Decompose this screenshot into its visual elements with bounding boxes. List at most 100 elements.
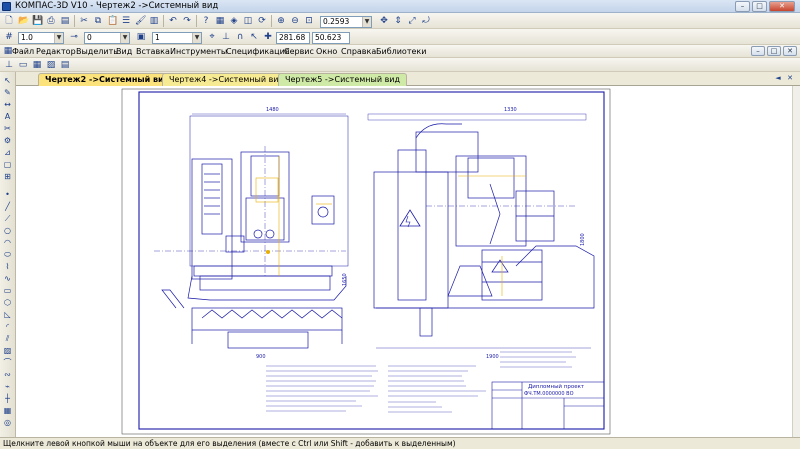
variables-icon[interactable]: ◫ — [242, 15, 254, 27]
tabs-next-icon[interactable]: ✕ — [784, 72, 796, 84]
hatch-tool-icon[interactable]: ▨ — [2, 346, 13, 355]
fillet-icon[interactable]: ◜ — [2, 322, 13, 331]
break-line-icon[interactable]: ⌁ — [2, 382, 13, 391]
show-all-icon[interactable]: ⤢ — [406, 15, 418, 27]
arc-icon[interactable]: ◠ — [2, 238, 13, 247]
doc-close-button[interactable]: ✕ — [783, 46, 797, 56]
coord-y-field[interactable]: 50.623 — [312, 32, 350, 44]
preview-icon[interactable]: ▤ — [59, 15, 71, 27]
paste-icon[interactable]: 📋 — [106, 15, 118, 27]
polygon-icon[interactable]: ⬡ — [2, 298, 13, 307]
library-icon[interactable]: ▥ — [148, 15, 160, 27]
print-icon[interactable]: ⎙ — [45, 15, 57, 27]
segment-icon[interactable]: ⟋ — [2, 214, 13, 223]
designations-icon[interactable]: A — [2, 112, 13, 121]
zoom-dynamic-icon[interactable]: ⇕ — [392, 15, 404, 27]
scale-combo[interactable]: 1.0 ▼ — [18, 32, 64, 44]
redo-icon[interactable]: ↷ — [181, 15, 193, 27]
new-document-icon[interactable]: 🗋 — [3, 15, 15, 27]
menu-help[interactable]: Справка — [341, 47, 376, 56]
open-icon[interactable]: 📂 — [17, 15, 29, 27]
pan-icon[interactable]: ✥ — [378, 15, 390, 27]
menu-edit[interactable]: Редактор — [36, 47, 76, 56]
zoom-window-icon[interactable]: ⊡ — [303, 15, 315, 27]
chevron-down-icon[interactable]: ▼ — [120, 33, 129, 43]
ellipse-icon[interactable]: ⬭ — [2, 250, 13, 259]
format-brush-icon[interactable]: 🖌 — [134, 15, 146, 27]
ortho-icon[interactable]: ⊥ — [220, 31, 232, 43]
layers-icon[interactable]: ◈ — [228, 15, 240, 27]
axis-line-icon[interactable]: ┼ — [2, 394, 13, 403]
view-manager-icon[interactable]: ▦ — [31, 59, 43, 71]
properties-icon[interactable]: ☰ — [120, 15, 132, 27]
menu-insert[interactable]: Вставка — [136, 47, 170, 56]
zoom-out-icon[interactable]: ⊖ — [289, 15, 301, 27]
circle-icon[interactable]: ○ — [2, 226, 13, 235]
menu-libraries[interactable]: Библиотеки — [376, 47, 426, 56]
copy-icon[interactable]: ⧉ — [92, 15, 104, 27]
save-icon[interactable]: 💾 — [31, 15, 43, 27]
zoom-in-icon[interactable]: ⊕ — [275, 15, 287, 27]
spec-icon[interactable]: ▤ — [59, 59, 71, 71]
chevron-down-icon[interactable]: ▼ — [54, 33, 63, 43]
refresh-icon[interactable]: ⟳ — [256, 15, 268, 27]
snaps-icon[interactable]: ⌖ — [206, 31, 218, 43]
manager-icon[interactable]: ▦ — [214, 15, 226, 27]
coord-x-field[interactable]: 281.68 — [276, 32, 310, 44]
contour-icon[interactable]: ⌒ — [2, 358, 13, 367]
polyline-icon[interactable]: ⌇ — [2, 262, 13, 271]
macro-icon[interactable]: ▦ — [2, 406, 13, 415]
menu-file[interactable]: Файл — [12, 47, 34, 56]
dimensions-icon[interactable]: ↔ — [2, 100, 13, 109]
tab-drawing2[interactable]: Чертеж2 ->Системный вид — [38, 73, 178, 86]
select-arrow-icon[interactable]: ↖ — [2, 76, 13, 85]
bezier-icon[interactable]: ∾ — [2, 370, 13, 379]
geometry-icon[interactable]: ✎ — [2, 88, 13, 97]
close-button[interactable]: ✕ — [769, 1, 795, 12]
cs-icon[interactable]: ⊥ — [3, 59, 15, 71]
drawing-canvas[interactable]: 1480 1330 900 1900 1650 1800 Дипломный п… — [16, 86, 792, 437]
doc-restore-button[interactable]: □ — [767, 46, 781, 56]
rectangle-icon[interactable]: ▭ — [2, 286, 13, 295]
menu-specification[interactable]: Спецификация — [226, 47, 290, 56]
menu-select[interactable]: Выделить — [76, 47, 118, 56]
vertical-scrollbar[interactable] — [792, 86, 800, 437]
grid-icon[interactable]: # — [3, 31, 15, 43]
tab-drawing4[interactable]: Чертеж4 ->Системный вид — [162, 73, 292, 86]
menu-service[interactable]: Сервис — [284, 47, 314, 56]
menu-tools[interactable]: Инструменты — [170, 47, 227, 56]
edit-icon[interactable]: ✂ — [2, 124, 13, 133]
angle-combo[interactable]: 0 ▼ — [84, 32, 130, 44]
point-icon[interactable]: • — [2, 190, 13, 199]
layer-icon[interactable]: ▣ — [135, 31, 147, 43]
hatch-icon[interactable]: ▨ — [45, 59, 57, 71]
layer-combo[interactable]: 1 ▼ — [152, 32, 202, 44]
zoom-combo[interactable]: 0.2593 ▼ — [320, 16, 372, 28]
cut-icon[interactable]: ✂ — [78, 15, 90, 27]
menu-window[interactable]: Окно — [316, 47, 337, 56]
measure-icon[interactable]: ⊿ — [2, 148, 13, 157]
equidistant-icon[interactable]: ⫽ — [2, 334, 13, 343]
tab-drawing5[interactable]: Чертеж5 ->Системный вид — [278, 73, 408, 86]
tabs-prev-icon[interactable]: ◄ — [772, 72, 784, 84]
help-icon[interactable]: ? — [200, 15, 212, 27]
collect-contour-icon[interactable]: ◎ — [2, 418, 13, 427]
parametrization-icon[interactable]: ⚙ — [2, 136, 13, 145]
associative-views-icon[interactable]: ⊞ — [2, 172, 13, 181]
undo-icon[interactable]: ↶ — [167, 15, 179, 27]
doc-minimize-button[interactable]: – — [751, 46, 765, 56]
chevron-down-icon[interactable]: ▼ — [192, 33, 201, 43]
rotate-view-icon[interactable]: ⤾ — [420, 15, 432, 27]
view-create-icon[interactable]: ▭ — [17, 59, 29, 71]
selection-icon[interactable]: ▢ — [2, 160, 13, 169]
chamfer-icon[interactable]: ◺ — [2, 310, 13, 319]
spline-icon[interactable]: ∿ — [2, 274, 13, 283]
magnet-icon[interactable]: ∩ — [234, 31, 246, 43]
maximize-button[interactable]: □ — [752, 1, 767, 12]
minimize-button[interactable]: – — [735, 1, 750, 12]
step-icon[interactable]: ⊸ — [68, 31, 80, 43]
menu-view[interactable]: Вид — [116, 47, 132, 56]
chevron-down-icon[interactable]: ▼ — [362, 17, 371, 27]
local-cs-icon[interactable]: ↖ — [248, 31, 260, 43]
aux-line-icon[interactable]: ╱ — [2, 202, 13, 211]
